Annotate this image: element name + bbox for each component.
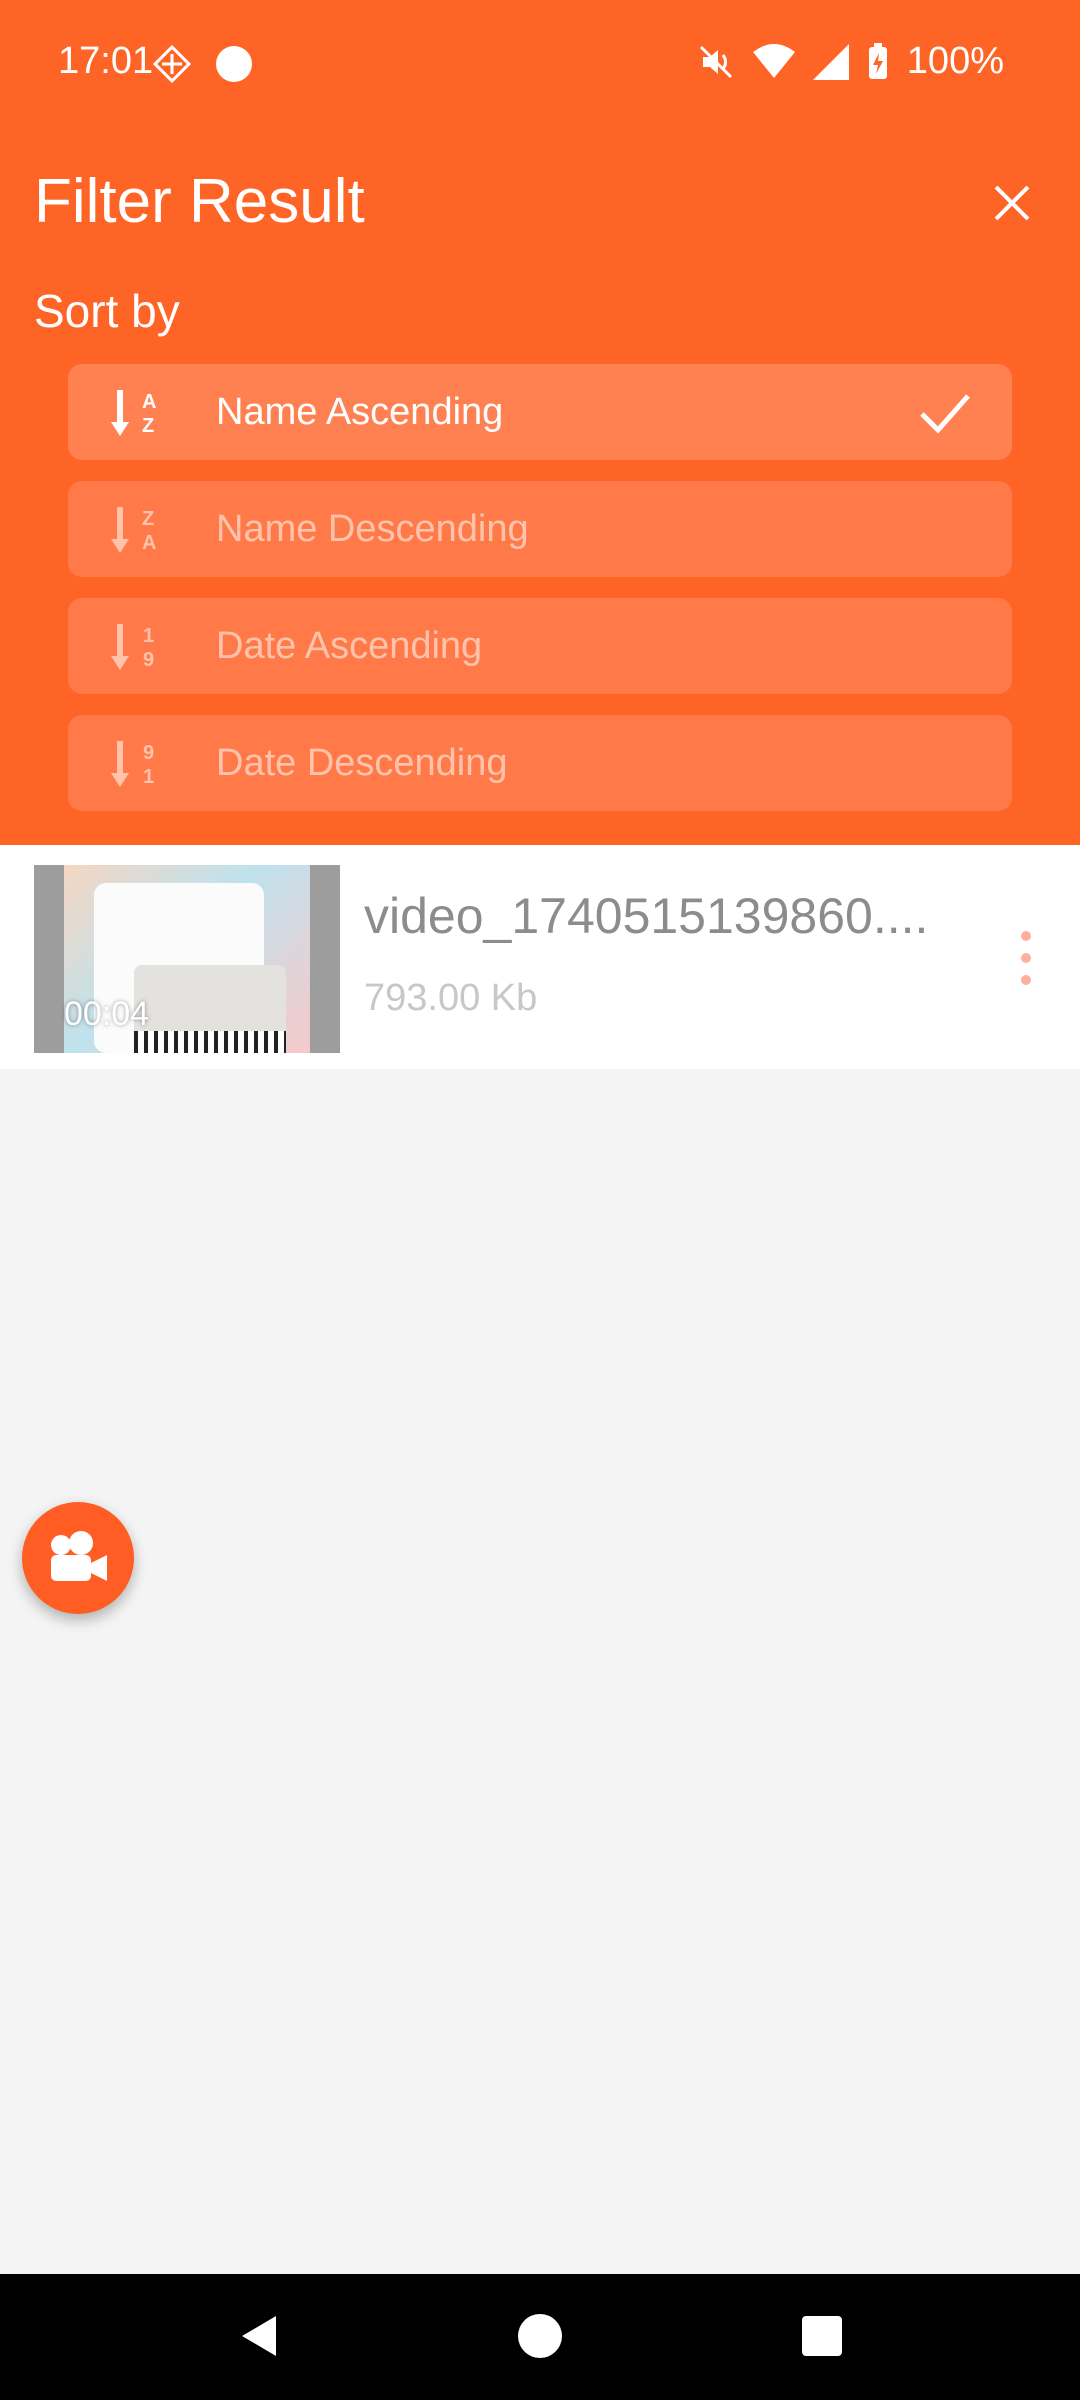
svg-text:Z: Z xyxy=(142,508,154,530)
svg-text:A: A xyxy=(142,391,156,413)
svg-text:1: 1 xyxy=(143,766,154,788)
sort-91-icon: 9 1 xyxy=(111,741,154,788)
video-duration: 00:04 xyxy=(64,995,150,1033)
sort-option-label: Name Descending xyxy=(216,507,529,550)
video-size: 793.00 Kb xyxy=(364,977,538,1019)
sort-az-icon: A Z xyxy=(111,390,156,437)
sort-option-name-descending[interactable]: Z A Name Descending xyxy=(68,481,1012,577)
video-title: video_1740515139860.... xyxy=(364,888,924,944)
close-button[interactable] xyxy=(984,175,1040,231)
filter-panel: 17:01 100% Filter Result Sort by A Z Nam… xyxy=(0,0,1080,845)
mute-icon xyxy=(699,45,732,78)
sort-option-date-ascending[interactable]: 1 9 Date Ascending xyxy=(68,598,1012,694)
recents-button[interactable] xyxy=(790,2304,854,2368)
svg-text:9: 9 xyxy=(143,742,154,764)
sort-by-label: Sort by xyxy=(34,285,180,337)
dot-icon xyxy=(216,46,252,82)
home-button[interactable] xyxy=(508,2304,572,2368)
back-button[interactable] xyxy=(226,2304,290,2368)
sort-option-label: Name Ascending xyxy=(216,390,504,433)
status-right: 100% xyxy=(697,40,1004,83)
battery-charging-icon xyxy=(868,42,887,79)
video-list-item[interactable]: 00:04 video_1740515139860.... 793.00 Kb xyxy=(0,845,1080,1069)
more-options-icon[interactable] xyxy=(1020,931,1032,985)
sort-option-label: Date Descending xyxy=(216,741,508,784)
sort-option-label: Date Ascending xyxy=(216,624,483,667)
sort-option-name-ascending[interactable]: A Z Name Ascending xyxy=(68,364,1012,460)
thumbnail-piano xyxy=(134,965,286,1053)
back-icon xyxy=(242,2316,276,2356)
screen: 17:01 100% Filter Result Sort by A Z Nam… xyxy=(0,0,1080,2400)
wifi-icon xyxy=(752,43,795,78)
check-icon xyxy=(920,394,970,434)
battery-percent: 100% xyxy=(906,40,1004,82)
status-left-icons xyxy=(152,44,254,84)
video-thumbnail[interactable]: 00:04 xyxy=(34,865,340,1053)
navigation-bar xyxy=(0,2274,1080,2400)
page-title: Filter Result xyxy=(34,167,365,236)
svg-text:A: A xyxy=(142,532,156,554)
sort-za-icon: Z A xyxy=(111,507,156,554)
svg-text:Z: Z xyxy=(142,415,154,437)
video-camera-icon xyxy=(51,1531,107,1581)
status-bar: 17:01 100% xyxy=(0,0,1080,130)
svg-text:1: 1 xyxy=(143,625,154,647)
svg-text:9: 9 xyxy=(143,649,154,671)
status-time: 17:01 xyxy=(58,40,154,82)
sort-option-date-descending[interactable]: 9 1 Date Descending xyxy=(68,715,1012,811)
sort-19-icon: 1 9 xyxy=(111,624,154,671)
close-icon xyxy=(994,185,1030,221)
signal-icon xyxy=(812,43,849,80)
record-video-button[interactable] xyxy=(22,1502,134,1614)
home-icon xyxy=(518,2314,562,2358)
data-saver-icon xyxy=(152,44,192,84)
recents-icon xyxy=(802,2316,842,2356)
